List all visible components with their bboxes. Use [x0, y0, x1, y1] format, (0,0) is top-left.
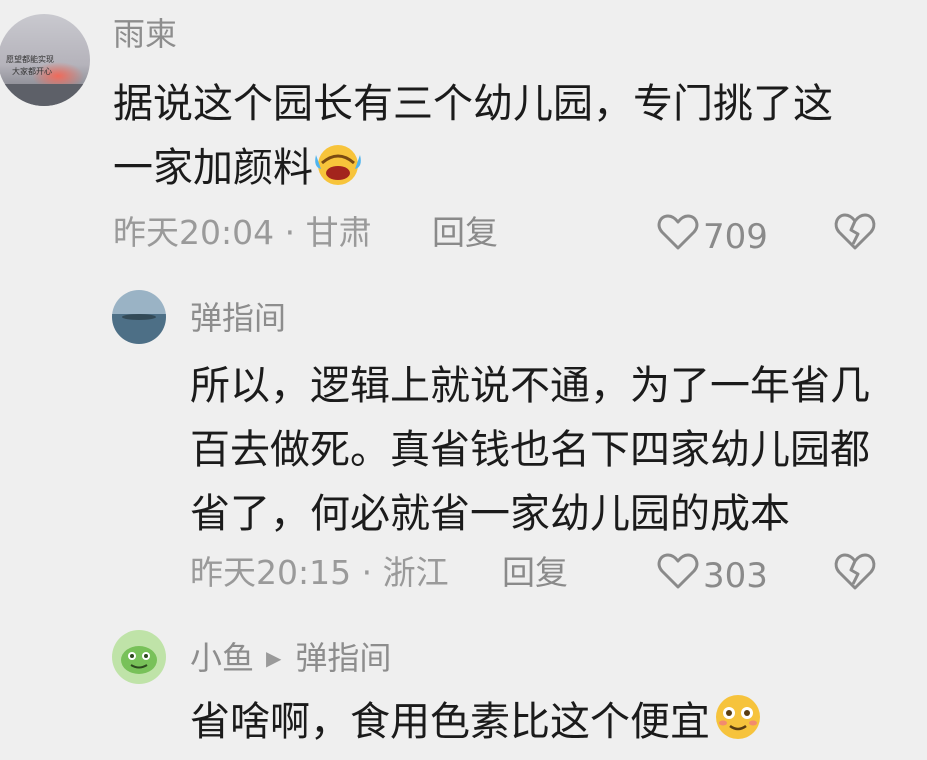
svg-text:愿望都能实现: 愿望都能实现	[6, 54, 54, 64]
username[interactable]: 弹指间	[190, 298, 286, 338]
comment-text-line: 百去做死。真省钱也名下四家幼儿园都	[190, 427, 870, 473]
like-count: 303	[703, 555, 768, 596]
reply-header: 小鱼 ▶ 弹指间	[190, 638, 391, 678]
comment-text: 所以，逻辑上就说不通，为了一年省几 百去做死。真省钱也名下四家幼儿园都 省了，何…	[190, 354, 870, 546]
like-button[interactable]: 303	[657, 552, 768, 599]
avatar[interactable]	[112, 290, 166, 344]
like-count: 709	[703, 216, 768, 257]
comment-text-fragment: 省啥啊，食用色素比这个便宜	[190, 699, 710, 745]
comment-text: 据说这个园长有三个幼儿园，专门挑了这 一家加颜料	[113, 72, 833, 206]
like-button[interactable]: 709	[657, 213, 768, 260]
username[interactable]: 小鱼	[190, 639, 254, 677]
comment-text-line: 省啥啊，食用色素比这个便宜	[190, 690, 766, 760]
comment-text-line: 省了，何必就省一家幼儿园的成本	[190, 491, 790, 537]
broken-heart-icon	[833, 553, 877, 595]
comment-meta: 昨天20:15 · 浙江	[190, 553, 449, 592]
play-triangle-icon: ▶	[266, 646, 282, 670]
dislike-button[interactable]	[833, 551, 877, 595]
broken-heart-icon	[833, 213, 877, 255]
reply-button[interactable]: 回复	[432, 213, 498, 253]
laughing-crying-emoji-icon	[313, 141, 363, 206]
comment-meta: 昨天20:04 · 甘肃	[113, 213, 372, 252]
smiling-emoji-icon	[710, 691, 766, 760]
heart-outline-icon	[657, 552, 703, 599]
username[interactable]: 雨柬	[113, 14, 177, 54]
reply-to-username[interactable]: 弹指间	[295, 639, 391, 677]
avatar[interactable]: 愿望都能实现 大家都开心	[0, 14, 90, 106]
svg-text:大家都开心: 大家都开心	[12, 66, 52, 76]
comment-text-line: 所以，逻辑上就说不通，为了一年省几	[190, 363, 870, 409]
comment-text: 省啥啊，食用色素比这个便宜	[190, 690, 766, 760]
dislike-button[interactable]	[833, 211, 877, 255]
comment-text-fragment: 一家加颜料	[113, 145, 313, 191]
comment-text-line: 一家加颜料	[113, 136, 833, 206]
avatar[interactable]	[112, 630, 166, 684]
reply-button[interactable]: 回复	[502, 553, 568, 593]
comment-text-line: 据说这个园长有三个幼儿园，专门挑了这	[113, 81, 833, 127]
heart-outline-icon	[657, 213, 703, 260]
